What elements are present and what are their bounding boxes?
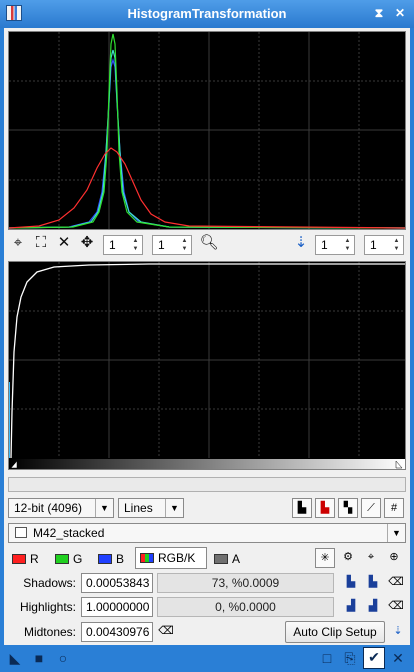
highlights-input[interactable]: 1.00000000 <box>81 597 153 617</box>
spinner-arrows-icon[interactable]: ▲ ▼ <box>130 237 141 253</box>
graph-style-value: Lines <box>124 501 153 515</box>
output-vertical-zoom-spinner[interactable]: 1 ▲ ▼ <box>364 235 404 255</box>
curve-icon[interactable]: ⟋ <box>361 498 381 518</box>
new-instance-icon[interactable]: ◣ <box>6 649 24 667</box>
channel-g-label: G <box>73 552 83 566</box>
output-histogram-plot <box>9 262 405 469</box>
apply-global-icon[interactable]: ■ <box>30 649 48 667</box>
real-time-preview-icon[interactable]: ○ <box>54 649 72 667</box>
channel-g[interactable]: G <box>55 549 82 569</box>
window: HistogramTransformation ⧗ ✕ ⌖ ⛶ ✕ ✥ 1 ▲ … <box>0 0 414 672</box>
spinner-arrows-icon[interactable]: ▲ ▼ <box>391 237 402 253</box>
pan-icon[interactable]: ✥ <box>77 233 97 253</box>
shadows-input[interactable]: 0.00053843 <box>81 573 153 593</box>
channel-r-label: R <box>30 552 39 566</box>
channel-a[interactable]: A <box>214 549 240 569</box>
midtones-input[interactable]: 0.00430976 <box>81 622 153 642</box>
auto-highlights-icon[interactable]: ▟ <box>341 597 361 617</box>
reset-midtones-icon[interactable]: ⌫ <box>156 622 176 642</box>
view-name: M42_stacked <box>33 526 105 540</box>
main-panel: ⌖ ⛶ ✕ ✥ 1 ▲ ▼ 1 ▲ ▼ 🔍︎ ⇣ 1 ▲ ▼ 1 ▲ ▼ 12-… <box>4 28 410 645</box>
green-swatch <box>55 554 69 564</box>
intensity-gradient-bar <box>9 459 405 469</box>
spinner-arrows-icon[interactable]: ▲ ▼ <box>342 237 353 253</box>
sun-icon[interactable]: ✳ <box>315 548 335 568</box>
histogram-blue-curve <box>9 57 405 229</box>
channel-rgbk[interactable]: RGB/K <box>135 547 207 569</box>
channel-b-label: B <box>116 552 125 566</box>
horizontal-zoom-value: 1 <box>109 238 116 252</box>
shadows-label: Shadows: <box>23 576 76 590</box>
output-histogram-graph[interactable] <box>8 261 406 470</box>
channel-a-label: A <box>232 552 241 566</box>
process-bottom-bar: ◣ ■ ○ □ ⎘ ✔ ✕ <box>0 645 414 672</box>
auto-clip-setup-button[interactable]: Auto Clip Setup <box>285 621 385 643</box>
view-select[interactable]: M42_stacked ▼ <box>8 523 406 543</box>
crosshair-icon[interactable]: ⊕ <box>384 548 404 568</box>
apply-checkmark-icon[interactable]: ✔ <box>363 647 385 669</box>
title-bar: HistogramTransformation ⧗ ✕ <box>0 0 414 28</box>
zoom-out-arrows-icon[interactable]: ✕ <box>54 233 74 253</box>
output-vertical-zoom-value: 1 <box>370 238 377 252</box>
bit-depth-select[interactable]: 12-bit (4096) ▼ <box>8 498 114 518</box>
target-icon[interactable]: ⌖ <box>361 548 381 568</box>
histogram-graph[interactable] <box>8 31 406 230</box>
zoom-fit-icon[interactable]: ⛶ <box>31 233 51 253</box>
channel-rgbk-label: RGB/K <box>158 551 196 565</box>
combined-histogram-icon[interactable]: ▚ <box>338 498 358 518</box>
rgb-swatch <box>140 553 154 563</box>
histogram-grid-major <box>9 32 405 229</box>
close-icon[interactable]: ✕ <box>392 5 408 21</box>
auto-highlights-all-icon[interactable]: ▟ <box>363 597 383 617</box>
crosshair-icon[interactable]: ⌖ <box>8 233 28 253</box>
expand-down-icon[interactable]: ⇣ <box>291 233 311 253</box>
output-horizontal-zoom-value: 1 <box>321 238 328 252</box>
transfer-curve <box>10 263 405 459</box>
readout-bar <box>8 477 406 492</box>
spinner-arrows-icon[interactable]: ▲ ▼ <box>179 237 190 253</box>
expand-down-icon[interactable]: ⇣ <box>388 622 408 642</box>
graph-style-select[interactable]: Lines ▼ <box>118 498 184 518</box>
chevron-down-icon: ▼ <box>165 499 183 517</box>
histogram-toolbar: ⌖ ⛶ ✕ ✥ 1 ▲ ▼ 1 ▲ ▼ 🔍︎ ⇣ 1 ▲ ▼ 1 ▲ ▼ <box>4 233 410 257</box>
shade-icon[interactable]: ⧗ <box>371 5 387 21</box>
reset-icon[interactable]: ✕ <box>389 649 407 667</box>
output-grid-major <box>9 262 405 458</box>
reset-shadows-icon[interactable]: ⌫ <box>386 573 406 593</box>
histogram-plot <box>9 32 405 229</box>
browse-documentation-icon[interactable]: □ <box>318 649 336 667</box>
red-swatch <box>12 554 26 564</box>
grid-icon[interactable]: # <box>384 498 404 518</box>
highlights-label: Highlights: <box>19 600 76 614</box>
blue-swatch <box>98 554 112 564</box>
zoom-icon[interactable]: 🔍︎ <box>199 233 219 253</box>
histogram-green-curve <box>9 33 405 229</box>
shadows-clip-readout: 73, %0.0009 <box>157 573 334 593</box>
highlights-clip-readout: 0, %0.0000 <box>157 597 334 617</box>
output-horizontal-zoom-spinner[interactable]: 1 ▲ ▼ <box>315 235 355 255</box>
rgb-histogram-icon[interactable]: ▙ <box>315 498 335 518</box>
midtones-label: Midtones: <box>23 625 76 639</box>
alpha-swatch <box>214 554 228 564</box>
gear-icon[interactable]: ⚙ <box>338 548 358 568</box>
histogram-mode-icon[interactable]: ▙ <box>292 498 312 518</box>
chevron-down-icon: ▼ <box>387 524 405 542</box>
edit-instance-icon[interactable]: ⎘ <box>341 649 359 667</box>
chevron-down-icon: ▼ <box>95 499 113 517</box>
vertical-zoom-spinner[interactable]: 1 ▲ ▼ <box>152 235 192 255</box>
channel-r[interactable]: R <box>12 549 39 569</box>
horizontal-zoom-spinner[interactable]: 1 ▲ ▼ <box>103 235 143 255</box>
vertical-zoom-value: 1 <box>158 238 165 252</box>
histogram-cyan-curve <box>9 49 405 229</box>
image-window-icon <box>15 527 27 538</box>
reset-highlights-icon[interactable]: ⌫ <box>386 597 406 617</box>
histogram-red-curve <box>9 147 405 229</box>
bit-depth-value: 12-bit (4096) <box>14 501 83 515</box>
auto-shadows-all-icon[interactable]: ▙ <box>363 573 383 593</box>
channel-b[interactable]: B <box>98 549 124 569</box>
auto-shadows-icon[interactable]: ▙ <box>341 573 361 593</box>
window-title: HistogramTransformation <box>127 6 287 21</box>
